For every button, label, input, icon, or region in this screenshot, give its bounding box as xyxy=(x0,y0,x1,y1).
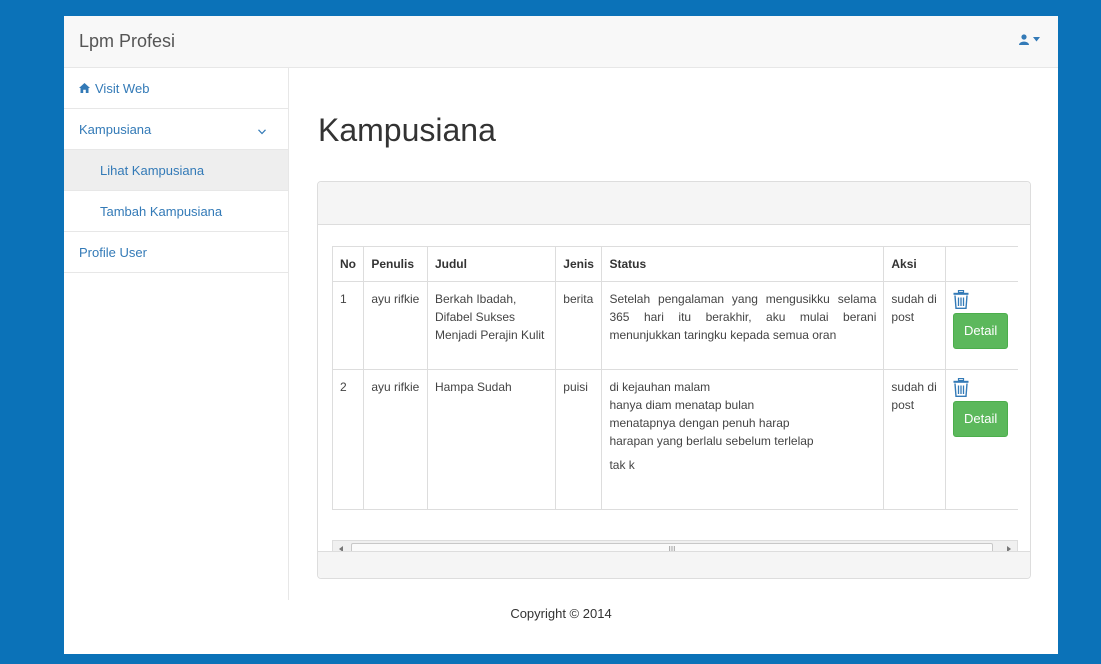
chevron-down-icon xyxy=(258,123,266,138)
col-header-no: No xyxy=(332,246,365,282)
kampusiana-table: No Penulis Judul Jenis Status Aksi 1 ayu… xyxy=(332,246,1018,510)
cell-penulis: ayu rifkie xyxy=(363,281,428,370)
cell-penulis: ayu rifkie xyxy=(363,369,428,510)
sidebar-item-lihat-kampusiana[interactable]: Lihat Kampusiana xyxy=(64,150,288,191)
home-icon xyxy=(79,83,90,93)
cell-judul: Hampa Sudah xyxy=(426,369,557,510)
panel-footer xyxy=(318,551,1030,578)
sidebar: Visit Web Kampusiana Lihat Kampusiana Ta… xyxy=(64,68,289,278)
user-icon xyxy=(1019,34,1029,45)
cell-status: Setelah pengalaman yang mengusikku selam… xyxy=(601,281,885,370)
status-text: Setelah pengalaman yang mengusikku selam… xyxy=(609,292,877,342)
page-title: Kampusiana xyxy=(318,112,496,148)
cell-jenis: puisi xyxy=(555,369,603,510)
sidebar-item-label: Kampusiana xyxy=(79,121,152,137)
table-container: No Penulis Judul Jenis Status Aksi 1 ayu… xyxy=(332,246,1018,540)
status-line: hanya diam menatap bulan xyxy=(609,398,755,412)
cell-judul: Berkah Ibadah, Difabel Sukses Menjadi Pe… xyxy=(426,281,557,370)
caret-down-icon xyxy=(1033,37,1040,42)
cell-no: 2 xyxy=(332,369,365,510)
status-line: harapan yang berlalu sebelum terlelap xyxy=(609,434,814,448)
status-line: menatapnya dengan penuh harap xyxy=(609,416,790,430)
app-window: Lpm Profesi Visit Web Kampusiana Lihat K… xyxy=(64,16,1058,654)
panel-heading xyxy=(318,182,1030,225)
sidebar-item-label: Visit Web xyxy=(95,80,150,96)
trash-icon[interactable] xyxy=(953,290,969,309)
col-header-aksi: Aksi xyxy=(883,246,947,282)
table-header-row: No Penulis Judul Jenis Status Aksi xyxy=(332,246,1018,282)
table-row: 2 ayu rifkie Hampa Sudah puisi di kejauh… xyxy=(332,369,1018,510)
cell-actions: Detail xyxy=(945,369,1018,510)
detail-button[interactable]: Detail xyxy=(953,313,1009,349)
page-footer: Copyright © 2014 xyxy=(64,606,1058,621)
col-header-status: Status xyxy=(601,246,885,282)
cell-aksi: sudah di post xyxy=(883,281,947,370)
trash-icon[interactable] xyxy=(953,378,969,397)
sidebar-item-label: Tambah Kampusiana xyxy=(100,203,223,219)
top-navbar: Lpm Profesi xyxy=(64,16,1058,68)
sidebar-divider xyxy=(64,278,289,600)
cell-no: 1 xyxy=(332,281,365,370)
status-line: di kejauhan malam xyxy=(609,380,711,394)
cell-status: di kejauhan malam hanya diam menatap bul… xyxy=(601,369,885,510)
col-header-judul: Judul xyxy=(426,246,557,282)
cell-jenis: berita xyxy=(555,281,603,370)
sidebar-item-label: Profile User xyxy=(79,244,147,260)
sidebar-item-visit-web[interactable]: Visit Web xyxy=(64,68,288,109)
brand-link[interactable]: Lpm Profesi xyxy=(79,31,175,52)
col-header-penulis: Penulis xyxy=(363,246,428,282)
cell-aksi: sudah di post xyxy=(883,369,947,510)
detail-button[interactable]: Detail xyxy=(953,401,1009,437)
sidebar-item-label: Lihat Kampusiana xyxy=(100,162,205,178)
col-header-jenis: Jenis xyxy=(555,246,603,282)
sidebar-item-tambah-kampusiana[interactable]: Tambah Kampusiana xyxy=(64,191,288,232)
sidebar-item-profile-user[interactable]: Profile User xyxy=(64,232,288,273)
sidebar-item-kampusiana[interactable]: Kampusiana xyxy=(64,109,288,150)
content-panel: No Penulis Judul Jenis Status Aksi 1 ayu… xyxy=(317,181,1031,579)
copyright-text: Copyright © 2014 xyxy=(510,606,612,621)
user-menu-toggle[interactable] xyxy=(1019,34,1040,45)
status-line: tak k xyxy=(609,458,635,472)
table-row: 1 ayu rifkie Berkah Ibadah, Difabel Suks… xyxy=(332,281,1018,370)
cell-actions: Detail xyxy=(945,281,1018,370)
col-header-actions xyxy=(945,246,1018,282)
